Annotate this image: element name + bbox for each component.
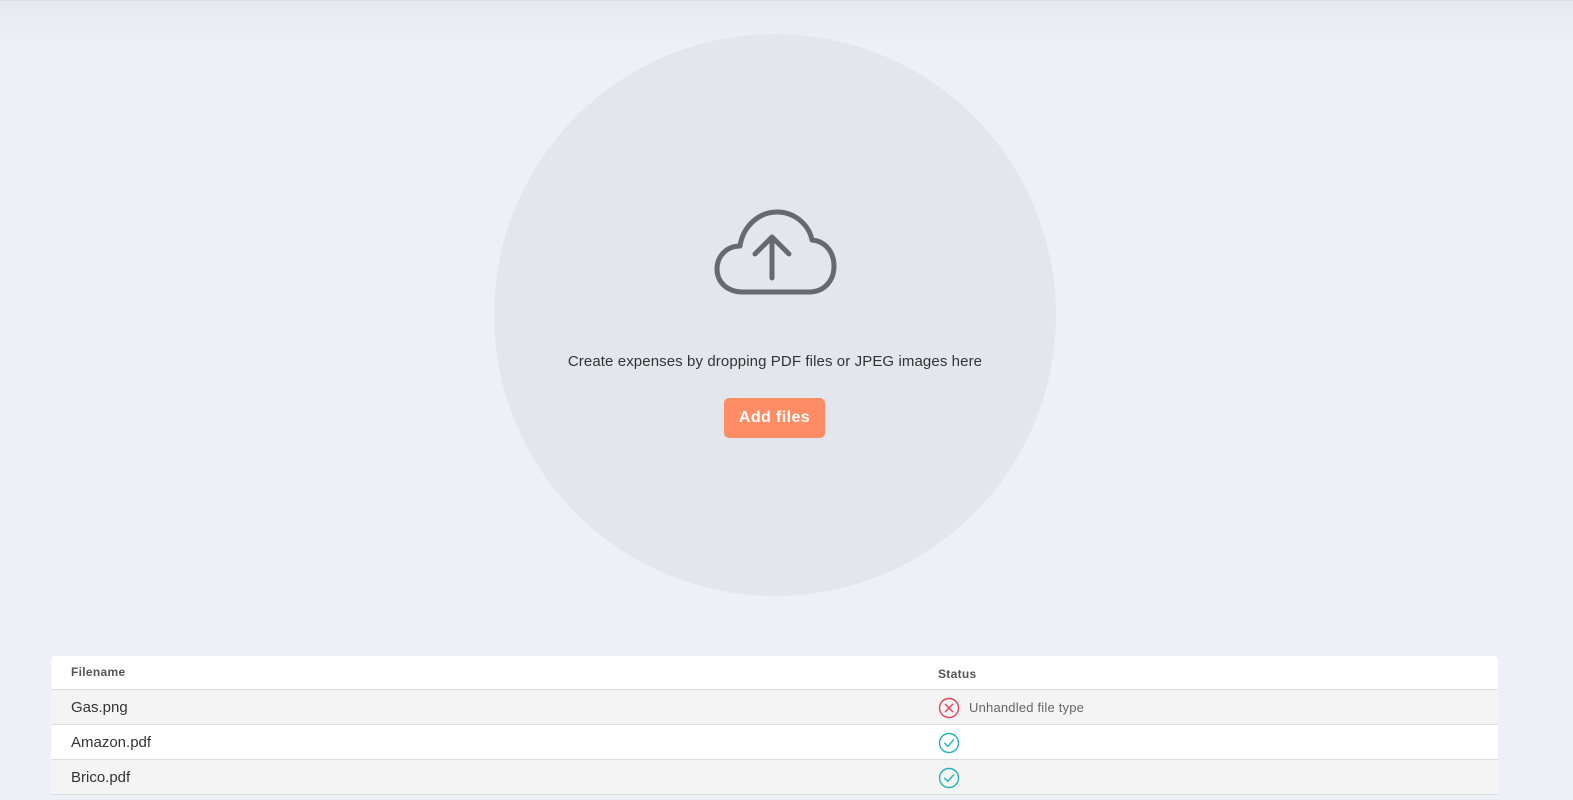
status-message: Unhandled file type [969, 700, 1085, 715]
dropzone-instructions: Create expenses by dropping PDF files or… [567, 353, 983, 370]
success-circle-check-icon [938, 767, 960, 788]
column-header-filename: Filename [71, 665, 126, 679]
add-files-button[interactable]: Add files [724, 398, 825, 438]
file-table: Filename Status Gas.png Unhandled file t… [51, 656, 1498, 795]
table-header-row: Filename Status [51, 656, 1498, 690]
column-header-status: Status [938, 666, 977, 681]
cloud-upload-icon [714, 209, 837, 295]
filename-cell: Amazon.pdf [71, 734, 152, 751]
table-row: Gas.png Unhandled file type [51, 690, 1498, 725]
table-row: Amazon.pdf [51, 725, 1498, 760]
status-cell: Unhandled file type [938, 690, 1084, 725]
filename-cell: Gas.png [71, 699, 128, 716]
success-circle-check-icon [938, 732, 960, 753]
status-cell [938, 725, 960, 760]
table-row: Brico.pdf [51, 760, 1498, 795]
error-circle-x-icon [938, 697, 960, 718]
file-dropzone[interactable] [494, 34, 1056, 596]
filename-cell: Brico.pdf [71, 769, 131, 786]
status-cell [938, 760, 960, 795]
